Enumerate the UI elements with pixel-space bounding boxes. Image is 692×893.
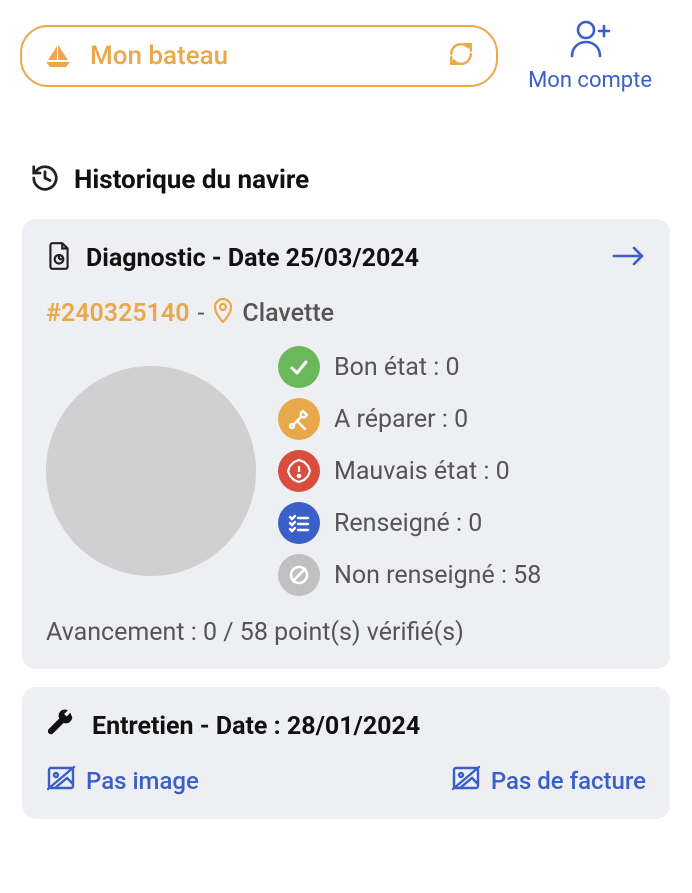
diagnostic-id: #240325140 <box>46 299 189 328</box>
check-icon <box>278 346 320 388</box>
boat-icon <box>44 43 72 69</box>
stat-good: Bon état : 0 <box>278 346 646 388</box>
no-bill-icon <box>451 765 481 797</box>
account-button[interactable]: Mon compte <box>528 18 672 93</box>
account-label: Mon compte <box>528 68 652 93</box>
document-icon <box>46 241 72 275</box>
refresh-icon[interactable] <box>448 41 474 71</box>
boat-selector[interactable]: Mon bateau <box>20 25 498 87</box>
diagnostic-location: Clavette <box>242 299 334 328</box>
diagnostic-progress: Avancement : 0 / 58 point(s) vérifié(s) <box>46 618 646 647</box>
app-header: Mon bateau Mon compte <box>0 0 692 103</box>
section-header: Historique du navire <box>0 103 692 211</box>
no-image-icon <box>46 765 76 797</box>
maintenance-footer: Pas image Pas de facture <box>46 765 646 797</box>
stat-good-label: Bon état : 0 <box>334 353 460 382</box>
checklist-icon <box>278 502 320 544</box>
separator: - <box>197 299 204 328</box>
diagnostic-subline: #240325140 - Clavette <box>46 297 646 330</box>
alert-icon <box>278 450 320 492</box>
stat-bad-label: Mauvais état : 0 <box>334 457 510 486</box>
diagnostic-stats: Bon état : 0 A réparer : 0 Mauvais état … <box>278 346 646 596</box>
wrench-icon <box>46 709 76 743</box>
stat-filled-label: Renseigné : 0 <box>334 509 482 538</box>
stat-bad: Mauvais état : 0 <box>278 450 646 492</box>
user-add-icon <box>566 18 614 62</box>
stat-repair-label: A réparer : 0 <box>334 405 468 434</box>
stat-filled: Renseigné : 0 <box>278 502 646 544</box>
diagnostic-card-header: Diagnostic - Date 25/03/2024 <box>46 241 646 275</box>
empty-icon <box>278 554 320 596</box>
no-image-link[interactable]: Pas image <box>46 765 199 797</box>
section-title: Historique du navire <box>74 165 309 195</box>
maintenance-title: Entretien - Date : 28/01/2024 <box>92 712 646 741</box>
no-bill-link[interactable]: Pas de facture <box>451 765 646 797</box>
stat-repair: A réparer : 0 <box>278 398 646 440</box>
diagnostic-stats-row: Bon état : 0 A réparer : 0 Mauvais état … <box>46 346 646 596</box>
diagnostic-title: Diagnostic - Date 25/03/2024 <box>86 244 598 273</box>
maintenance-card[interactable]: Entretien - Date : 28/01/2024 Pas image … <box>22 687 670 819</box>
tools-icon <box>278 398 320 440</box>
no-bill-label: Pas de facture <box>491 767 646 795</box>
location-pin-icon <box>212 297 234 330</box>
no-image-label: Pas image <box>86 767 199 795</box>
arrow-right-icon[interactable] <box>612 244 646 272</box>
maintenance-card-header: Entretien - Date : 28/01/2024 <box>46 709 646 743</box>
avatar <box>46 366 256 576</box>
history-icon <box>30 163 60 197</box>
diagnostic-card[interactable]: Diagnostic - Date 25/03/2024 #240325140 … <box>22 219 670 669</box>
stat-unfilled: Non renseigné : 58 <box>278 554 646 596</box>
boat-selector-label: Mon bateau <box>90 41 430 71</box>
stat-unfilled-label: Non renseigné : 58 <box>334 561 541 590</box>
